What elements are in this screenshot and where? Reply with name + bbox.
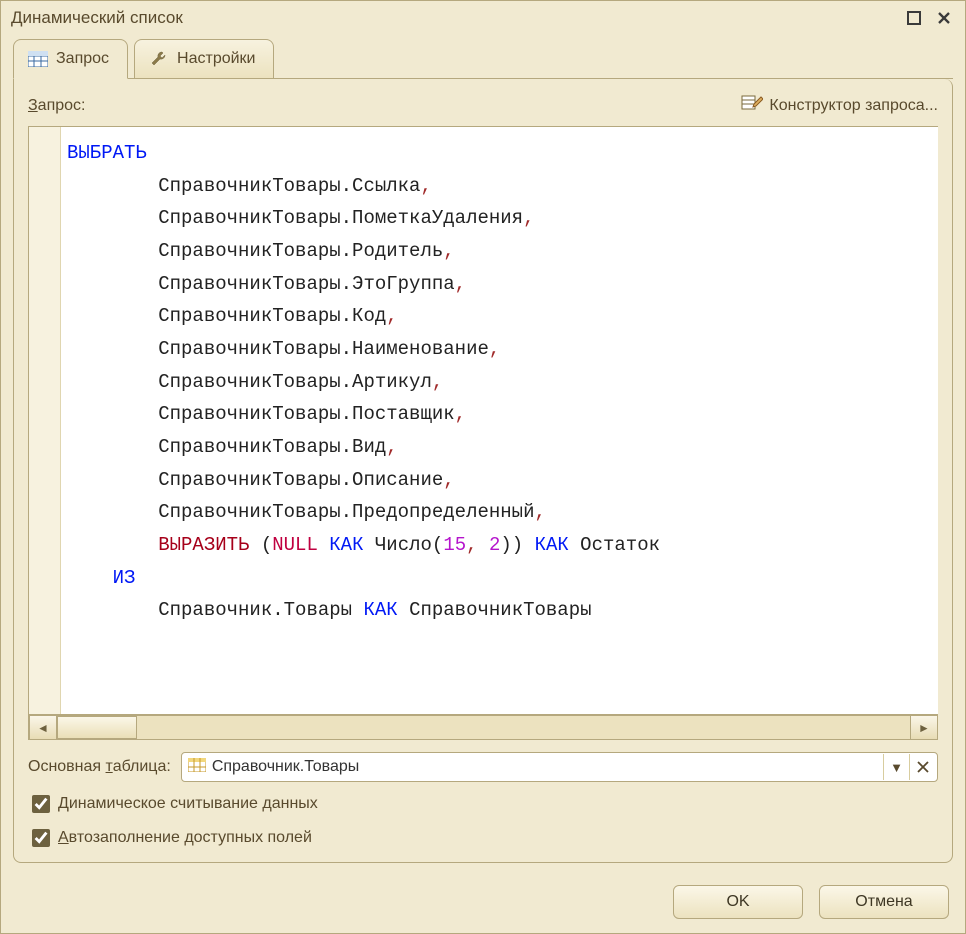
code-area[interactable]: ВЫБРАТЬ СправочникТовары.Ссылка, Справоч…: [61, 127, 938, 714]
autofill-row: Автозаполнение доступных полей: [28, 826, 938, 850]
main-table-value: Справочник.Товары: [212, 758, 883, 776]
wrench-icon: [149, 49, 169, 69]
tab-settings-label: Настройки: [177, 50, 255, 68]
main-table-label: Основная таблица:: [28, 758, 171, 776]
dynamic-read-checkbox[interactable]: [32, 795, 50, 813]
tab-content: Запрос: Конструктор запроса... ВЫБРАТЬ С…: [13, 79, 953, 863]
autofill-label[interactable]: Автозаполнение доступных полей: [58, 829, 312, 847]
dialog-buttons: OK Отмена: [1, 875, 965, 933]
clear-button[interactable]: [909, 754, 935, 780]
window-title: Динамический список: [11, 8, 895, 28]
grid-icon: [28, 49, 48, 69]
dropdown-button[interactable]: ▼: [883, 754, 909, 780]
main-table-row: Основная таблица: Справочник.Товары ▼: [28, 752, 938, 782]
cancel-button[interactable]: Отмена: [819, 885, 949, 919]
tab-strip: Запрос Настройки: [1, 39, 965, 79]
designer-icon: [741, 93, 763, 118]
query-label: Запрос:: [28, 97, 741, 115]
tab-query[interactable]: Запрос: [13, 39, 128, 79]
tab-query-label: Запрос: [56, 50, 109, 68]
scroll-track[interactable]: [57, 715, 910, 740]
scroll-right-arrow[interactable]: ►: [910, 715, 938, 740]
dynamic-read-row: Динамическое считывание данных: [28, 792, 938, 816]
ok-button[interactable]: OK: [673, 885, 803, 919]
query-designer-button[interactable]: Конструктор запроса...: [741, 93, 938, 118]
dynamic-read-label[interactable]: Динамическое считывание данных: [58, 795, 318, 813]
designer-label: Конструктор запроса...: [769, 97, 938, 115]
table-icon: [188, 758, 206, 777]
close-button[interactable]: [933, 7, 955, 29]
horizontal-scrollbar[interactable]: ◄ ►: [29, 714, 938, 740]
maximize-button[interactable]: [903, 7, 925, 29]
title-bar: Динамический список: [1, 1, 965, 39]
main-table-field[interactable]: Справочник.Товары ▼: [181, 752, 938, 782]
dynamic-list-dialog: Динамический список Запрос Настройки Зап…: [0, 0, 966, 934]
query-editor[interactable]: ВЫБРАТЬ СправочникТовары.Ссылка, Справоч…: [28, 126, 938, 740]
scroll-left-arrow[interactable]: ◄: [29, 715, 57, 740]
editor-gutter: [29, 127, 61, 714]
scroll-thumb[interactable]: [57, 716, 137, 739]
query-toolbar: Запрос: Конструктор запроса...: [28, 91, 938, 126]
tab-settings[interactable]: Настройки: [134, 39, 274, 78]
autofill-checkbox[interactable]: [32, 829, 50, 847]
